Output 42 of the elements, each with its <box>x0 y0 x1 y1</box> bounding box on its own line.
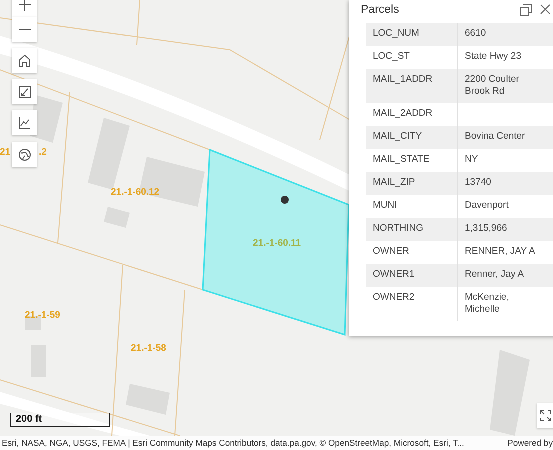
field-value: Bovina Center <box>458 126 553 149</box>
field-name: OWNER2 <box>366 287 458 321</box>
field-name: MAIL_CITY <box>366 126 458 149</box>
close-icon <box>540 4 551 15</box>
measure-button[interactable] <box>12 79 37 104</box>
field-name: MAIL_ZIP <box>366 172 458 195</box>
basemap-button[interactable] <box>12 142 37 167</box>
field-name: NORTHING <box>366 218 458 241</box>
home-icon <box>18 54 32 68</box>
chart-icon <box>18 116 32 130</box>
plus-icon <box>18 0 32 12</box>
scale-bar: 200 ft <box>10 413 110 427</box>
powered-by-text: Powered by <box>508 438 553 448</box>
field-name: LOC_NUM <box>366 23 458 46</box>
expand-icon <box>540 410 552 422</box>
field-value: NY <box>458 149 553 172</box>
parcel-label: 21.-1-60.11 <box>253 238 302 249</box>
attribution-text: Esri, NASA, NGA, USGS, FEMA | Esri Community Maps Contributors, data.pa.gov, © OpenStreetMap, Microsoft, Esri, T... <box>1 438 464 448</box>
field-value: 13740 <box>458 172 553 195</box>
field-value: Davenport <box>458 195 553 218</box>
elevation-button[interactable] <box>12 110 37 135</box>
parcel-label: 21 <box>0 147 11 158</box>
minus-icon <box>18 28 32 30</box>
field-value: McKenzie, Michelle <box>458 287 553 321</box>
home-button[interactable] <box>12 48 37 73</box>
parcel-label: .2 <box>39 147 47 158</box>
close-button[interactable] <box>540 4 551 15</box>
field-value: 1,315,966 <box>458 218 553 241</box>
field-value: RENNER, JAY A <box>458 241 553 264</box>
parcel-label: 21.-1-59 <box>25 310 60 321</box>
dock-icon <box>520 4 532 16</box>
field-name: MAIL_1ADDR <box>366 69 458 103</box>
parcel-label: 21.-1-60.12 <box>111 187 160 198</box>
field-name: OWNER1 <box>366 264 458 287</box>
field-value: State Hwy 23 <box>458 46 553 69</box>
location-marker <box>281 196 289 204</box>
field-value: 2200 Coulter Brook Rd <box>458 69 553 103</box>
parcel-label: 21.-1-58 <box>131 343 166 354</box>
field-value: 6610 <box>458 23 553 46</box>
popup-title: Parcels <box>361 4 400 16</box>
dock-button[interactable] <box>520 4 532 16</box>
field-value: Renner, Jay A <box>458 264 553 287</box>
